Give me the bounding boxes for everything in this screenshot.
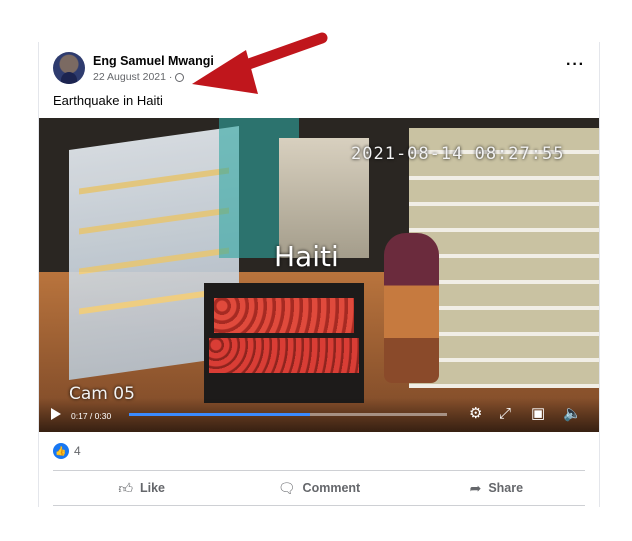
arrow-shape [192, 32, 328, 94]
red-arrow-annotation [192, 32, 328, 94]
